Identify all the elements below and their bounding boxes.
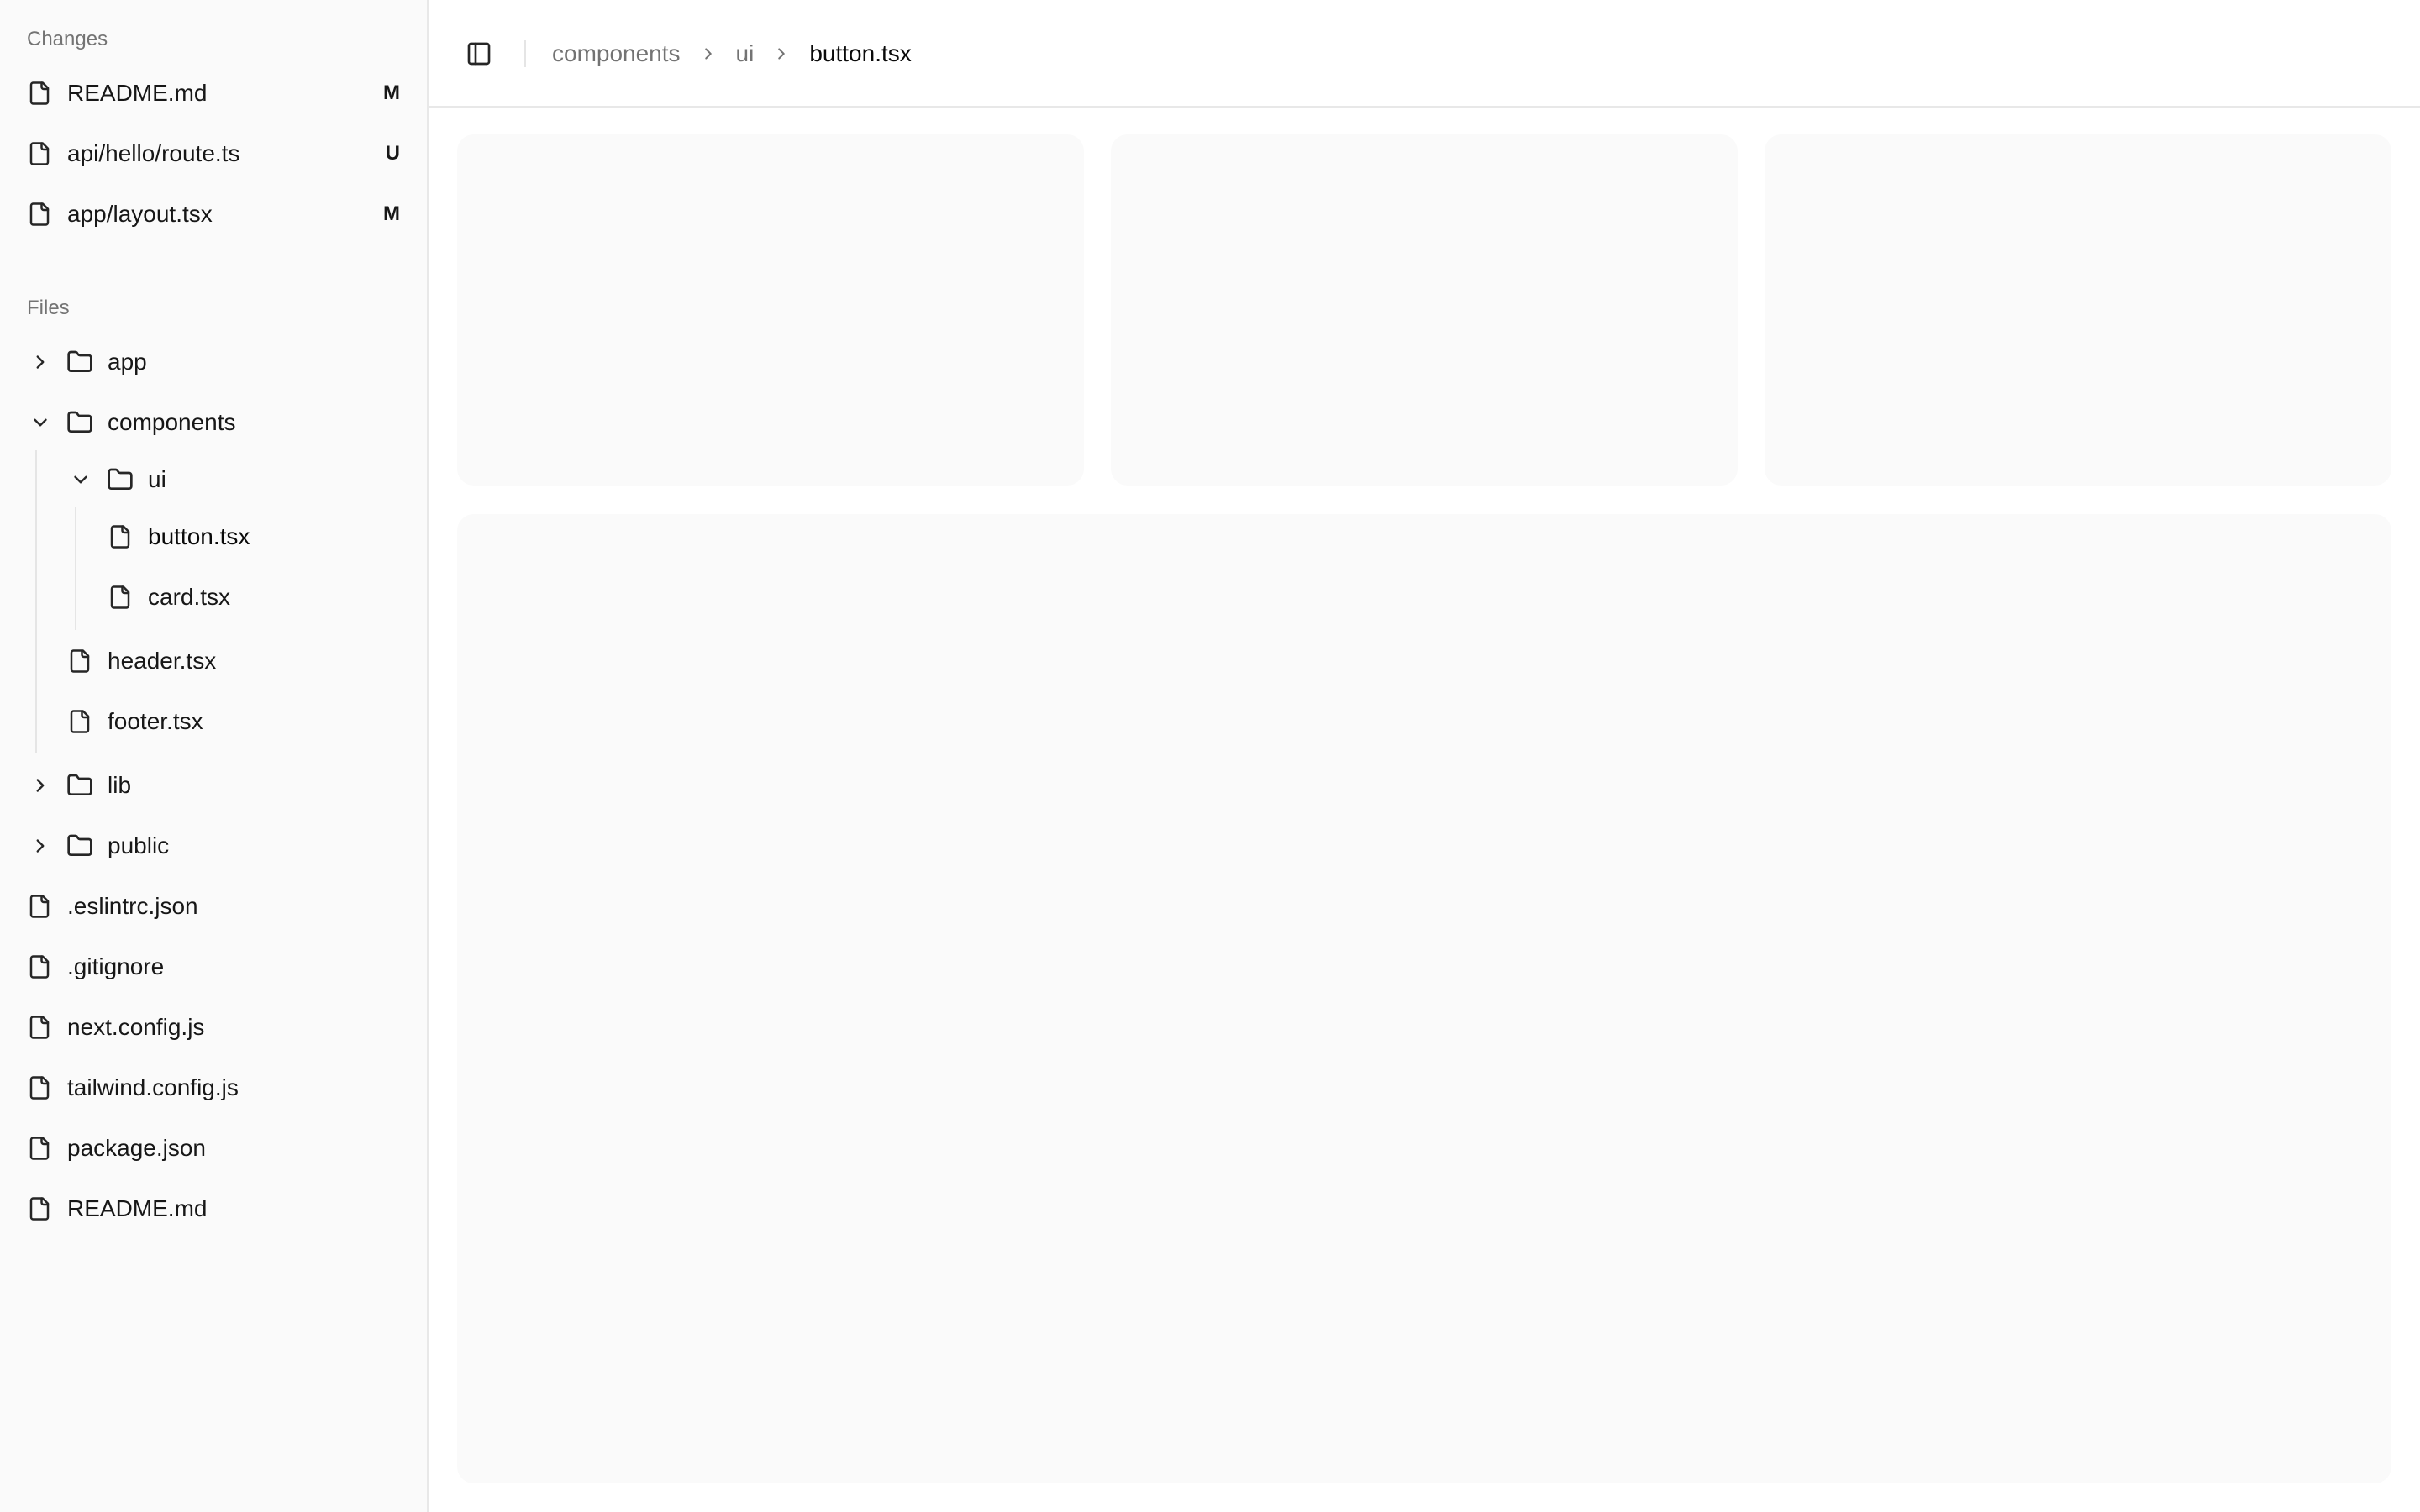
tree-file-card[interactable]: card.tsx	[0, 570, 429, 624]
folder-icon	[106, 465, 134, 494]
file-icon	[25, 1013, 54, 1042]
folder-icon	[66, 348, 94, 376]
placeholder-card	[1111, 134, 1738, 486]
chevron-right-icon[interactable]	[29, 350, 52, 374]
file-icon	[25, 1194, 54, 1223]
tree-item-label: header.tsx	[108, 648, 217, 674]
change-item[interactable]: app/layout.tsx M	[0, 187, 429, 241]
app-window: Changes README.md M api/hello/route.ts U…	[0, 0, 2420, 1512]
chevron-right-icon	[772, 45, 791, 63]
breadcrumb-current: button.tsx	[809, 40, 912, 66]
file-icon	[66, 707, 94, 736]
tree-item-label: .gitignore	[67, 953, 165, 979]
breadcrumb-item[interactable]: ui	[736, 39, 755, 69]
chevron-right-icon[interactable]	[29, 834, 52, 858]
folder-icon	[66, 832, 94, 860]
tree-item-label: README.md	[67, 1195, 208, 1221]
tree-item-label: .eslintrc.json	[67, 893, 198, 919]
file-icon	[106, 583, 134, 612]
placeholder-content-panel	[457, 514, 2391, 1483]
file-icon	[25, 1134, 54, 1163]
tree-folder-lib[interactable]: lib	[0, 759, 429, 812]
sidebar-toggle-icon[interactable]	[462, 37, 496, 71]
change-status-badge: M	[383, 81, 400, 104]
folder-icon	[66, 408, 94, 437]
tree-file-header[interactable]: header.tsx	[0, 634, 429, 688]
breadcrumb: components ui button.tsx	[552, 39, 912, 69]
change-status-badge: U	[385, 142, 400, 165]
change-item-label: app/layout.tsx	[67, 201, 213, 227]
file-icon	[106, 522, 134, 551]
tree-file-footer[interactable]: footer.tsx	[0, 695, 429, 748]
tree-file-gitignore[interactable]: .gitignore	[0, 940, 429, 994]
breadcrumb-item[interactable]: components	[552, 39, 681, 69]
main-content: components ui button.tsx	[429, 0, 2420, 1512]
files-group-label: Files	[27, 297, 70, 319]
tree-file-button[interactable]: button.tsx	[0, 510, 429, 564]
chevron-right-icon	[699, 45, 718, 63]
change-item[interactable]: api/hello/route.ts U	[0, 127, 429, 181]
tree-folder-app[interactable]: app	[0, 335, 429, 389]
file-icon	[25, 953, 54, 981]
file-icon	[25, 1074, 54, 1102]
tree-item-label: next.config.js	[67, 1014, 205, 1040]
tree-item-label: lib	[108, 772, 132, 798]
tree-item-label: ui	[148, 466, 166, 492]
changes-group-label: Changes	[27, 28, 108, 50]
tree-file-readme[interactable]: README.md	[0, 1182, 429, 1236]
change-status-badge: M	[383, 202, 400, 225]
tree-file-package-json[interactable]: package.json	[0, 1121, 429, 1175]
tree-file-tailwind-config[interactable]: tailwind.config.js	[0, 1061, 429, 1115]
tree-folder-ui[interactable]: ui	[0, 453, 429, 507]
change-item-label: README.md	[67, 80, 208, 106]
tree-item-label: app	[108, 349, 147, 375]
tree-file-eslintrc[interactable]: .eslintrc.json	[0, 879, 429, 933]
file-icon	[25, 139, 54, 168]
file-icon	[25, 200, 54, 228]
sidebar: Changes README.md M api/hello/route.ts U…	[0, 0, 429, 1512]
change-item[interactable]: README.md M	[0, 66, 429, 120]
file-icon	[25, 892, 54, 921]
chevron-down-icon[interactable]	[29, 411, 52, 434]
tree-item-label: tailwind.config.js	[67, 1074, 239, 1100]
tree-item-label: card.tsx	[148, 584, 231, 610]
tree-item-label: public	[108, 832, 170, 858]
chevron-down-icon[interactable]	[69, 468, 92, 491]
tree-item-label: button.tsx	[148, 523, 250, 549]
change-item-label: api/hello/route.ts	[67, 140, 240, 166]
file-icon	[25, 79, 54, 108]
tree-folder-components[interactable]: components	[0, 396, 429, 449]
tree-file-next-config[interactable]: next.config.js	[0, 1000, 429, 1054]
chevron-right-icon[interactable]	[29, 774, 52, 797]
tree-item-label: package.json	[67, 1135, 207, 1161]
tree-folder-public[interactable]: public	[0, 819, 429, 873]
folder-icon	[66, 771, 94, 800]
placeholder-card	[457, 134, 1084, 486]
tree-item-label: components	[108, 409, 236, 435]
header-divider	[524, 40, 526, 67]
file-icon	[66, 647, 94, 675]
placeholder-card	[1765, 134, 2391, 486]
tree-item-label: footer.tsx	[108, 708, 203, 734]
